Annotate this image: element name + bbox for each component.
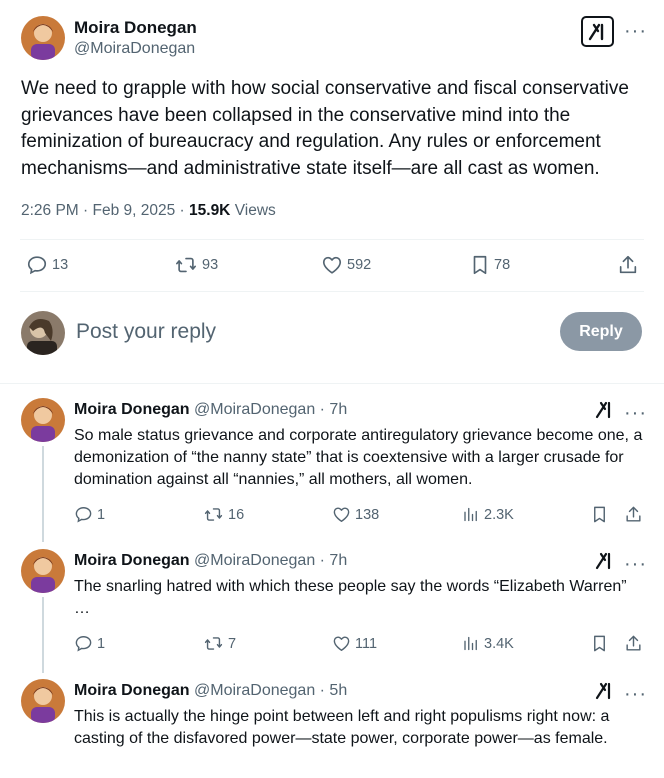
repost-action[interactable]: 93: [174, 254, 218, 276]
bookmark-icon: [594, 635, 605, 652]
reply-count: 1: [97, 506, 106, 523]
bookmark-icon: [594, 506, 605, 523]
reply-author-name[interactable]: Moira Donegan: [74, 401, 190, 418]
views-label: Views: [230, 202, 276, 219]
share-action[interactable]: [624, 505, 643, 524]
bookmark-action[interactable]: 78: [470, 254, 510, 276]
bookmark-icon: [473, 255, 487, 275]
thread-line: [42, 597, 44, 673]
reply-text: The snarling hatred with which these peo…: [74, 578, 627, 617]
reply-text: So male status grievance and corporate a…: [74, 427, 643, 488]
reply-icon: [75, 636, 92, 652]
grok-icon[interactable]: [595, 682, 615, 705]
reply-action[interactable]: 1: [74, 634, 105, 653]
like-action[interactable]: 138: [332, 505, 379, 524]
like-icon: [333, 636, 350, 651]
share-icon: [626, 506, 641, 522]
reply-author-handle[interactable]: @MoiraDonegan · 7h: [194, 401, 347, 418]
repost-count: 93: [202, 257, 219, 273]
share-icon: [626, 635, 641, 651]
reply-input[interactable]: Post your reply: [76, 320, 216, 344]
tweet-timestamp[interactable]: 2:26 PM · Feb 9, 2025 ·: [21, 202, 189, 219]
grok-icon[interactable]: [581, 16, 614, 47]
views-action[interactable]: 2.3K: [462, 505, 514, 524]
more-icon[interactable]: ···: [624, 554, 647, 574]
share-action[interactable]: [624, 634, 643, 653]
reply-avatar[interactable]: [21, 398, 65, 442]
like-action[interactable]: 111: [332, 634, 377, 653]
grok-icon[interactable]: [595, 552, 615, 575]
like-icon: [333, 507, 350, 522]
reply-text: This is actually the hinge point between…: [74, 708, 610, 747]
repost-action[interactable]: 7: [203, 634, 236, 653]
repost-count: 7: [228, 635, 237, 652]
views-count: 3.4K: [484, 635, 514, 652]
repost-action[interactable]: 16: [203, 505, 244, 524]
more-icon[interactable]: ···: [624, 21, 647, 41]
author-handle[interactable]: @MoiraDonegan: [74, 40, 195, 58]
views-count: 2.3K: [484, 506, 514, 523]
reply-avatar[interactable]: [21, 679, 65, 723]
share-icon: [619, 255, 637, 274]
share-action[interactable]: [617, 254, 639, 276]
repost-icon: [204, 637, 223, 650]
reply-author-handle[interactable]: @MoiraDonegan · 7h: [194, 552, 347, 569]
like-count: 111: [355, 635, 378, 652]
grok-icon[interactable]: [595, 401, 615, 424]
reply-author-handle[interactable]: @MoiraDonegan · 5h: [194, 682, 347, 699]
bookmark-action[interactable]: [591, 634, 608, 653]
tweet-text: We need to grapple with how social conse…: [21, 78, 629, 179]
like-count: 138: [355, 506, 380, 523]
reply-header: Moira Donegan @MoiraDonegan · 7h: [74, 552, 347, 570]
reply-author-name[interactable]: Moira Donegan: [74, 552, 190, 569]
views-count: 15.9K: [189, 202, 231, 219]
reply-icon: [75, 507, 92, 523]
reply-author-name[interactable]: Moira Donegan: [74, 682, 190, 699]
thread-line: [42, 446, 44, 542]
like-count: 592: [347, 257, 372, 273]
user-avatar: [21, 311, 65, 355]
reply-icon: [27, 256, 47, 275]
like-action[interactable]: 592: [321, 254, 371, 276]
reply-action[interactable]: 13: [26, 254, 68, 276]
repost-icon: [204, 508, 223, 521]
reply-header: Moira Donegan @MoiraDonegan · 5h: [74, 682, 347, 700]
tweet-meta: 2:26 PM · Feb 9, 2025 · 15.9K Views: [21, 202, 276, 220]
reply-count: 13: [52, 257, 69, 273]
views-icon: [464, 507, 477, 522]
like-icon: [322, 256, 342, 274]
views-action[interactable]: 3.4K: [462, 634, 514, 653]
more-icon[interactable]: ···: [624, 684, 647, 704]
reply-avatar[interactable]: [21, 549, 65, 593]
bookmark-count: 78: [494, 257, 511, 273]
bookmark-action[interactable]: [591, 505, 608, 524]
more-icon[interactable]: ···: [624, 403, 647, 423]
reply-button[interactable]: Reply: [560, 312, 642, 351]
author-name[interactable]: Moira Donegan: [74, 18, 197, 38]
views-icon: [464, 636, 477, 651]
reply-count: 1: [97, 635, 106, 652]
author-avatar[interactable]: [21, 16, 65, 60]
reply-header: Moira Donegan @MoiraDonegan · 7h: [74, 401, 347, 419]
reply-action[interactable]: 1: [74, 505, 105, 524]
repost-count: 16: [228, 506, 245, 523]
repost-icon: [176, 257, 196, 273]
